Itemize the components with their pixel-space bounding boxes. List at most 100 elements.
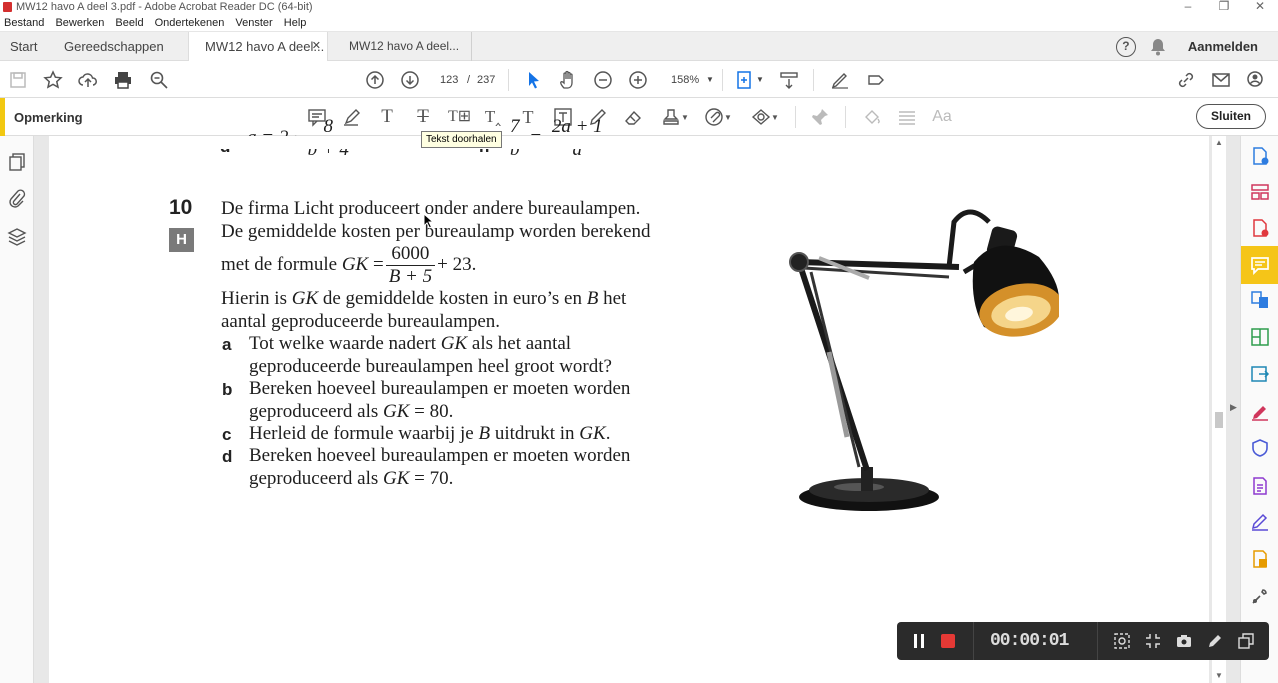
attach-dropdown-chevron-icon[interactable]: ▼ [724,113,732,122]
window-mode-icon[interactable] [1238,633,1254,649]
replace-text-icon[interactable]: T⊞ [448,107,471,127]
attach-file-icon[interactable] [704,107,724,127]
export-pdf-icon[interactable] [1250,146,1270,166]
protect-shield-icon[interactable] [1250,438,1270,458]
underline-text-icon[interactable]: T [377,107,397,127]
recorder-divider [973,622,974,660]
menu-bewerken[interactable]: Bewerken [51,15,108,29]
fit-page-icon[interactable] [736,70,756,90]
draw-pen-icon[interactable] [1207,633,1223,649]
scrollbar-thumb[interactable] [1215,412,1223,428]
sign-in-button[interactable]: Aanmelden [1188,39,1258,54]
more-tools-icon[interactable] [1250,586,1270,606]
search-icon[interactable] [149,70,169,90]
qd-text-3: = 70. [414,468,454,489]
eraser-icon[interactable] [623,107,643,127]
menu-ondertekenen[interactable]: Ondertekenen [151,15,229,29]
shapes-icon[interactable] [751,107,771,127]
formula-denominator: B + 5 [388,265,433,287]
notification-bell-icon[interactable] [1150,38,1166,56]
organize-pages-icon[interactable] [1250,182,1270,202]
zoom-in-icon[interactable] [628,70,648,90]
comment-tool-active[interactable] [1241,246,1278,284]
question-c-label: c [222,425,232,444]
sign-pen-icon[interactable] [830,70,850,90]
vertical-scrollbar[interactable]: ▲ ▼ [1212,136,1226,683]
scroll-up-icon[interactable]: ▲ [1215,138,1223,147]
close-window-button[interactable]: ✕ [1242,0,1278,15]
page-number-input[interactable]: 123 [440,70,458,90]
scroll-down-icon[interactable]: ▼ [1215,671,1223,680]
tab-document-second[interactable]: MW12 havo A deel... [349,32,459,61]
help-icon[interactable]: ? [1115,36,1136,57]
page-top-mask [49,136,1209,149]
restore-button[interactable]: ❐ [1206,0,1242,15]
fit-dropdown-chevron-icon[interactable]: ▼ [756,70,764,90]
toolbar-divider [795,106,796,128]
text-properties-icon[interactable]: Aa [932,107,952,127]
qc-text-2: B [478,423,491,444]
shapes-dropdown-chevron-icon[interactable]: ▼ [771,113,779,122]
select-cursor-icon[interactable] [523,70,543,90]
export-image-icon[interactable] [1250,364,1270,384]
document-viewer: d a = 2 · 8 b + 4 h 7 b = 2a + 1 a 10 H … [34,116,1240,683]
hand-tool-icon[interactable] [558,70,578,90]
star-bookmark-icon[interactable] [43,70,63,90]
upload-cloud-icon[interactable] [78,70,98,90]
tab-start[interactable]: Start [10,32,37,61]
previous-page-icon[interactable] [365,70,385,90]
minimize-button[interactable]: – [1170,0,1206,15]
attachments-paperclip-icon[interactable] [7,189,27,209]
scroll-mode-icon[interactable] [779,70,799,90]
combine-files-icon[interactable] [1250,290,1270,310]
create-pdf-icon[interactable] [1250,218,1270,238]
webcam-icon[interactable] [1114,633,1130,649]
question-a-label: a [222,335,232,354]
zoom-dropdown-chevron-icon[interactable]: ▼ [706,70,714,90]
send-for-review-icon[interactable] [1250,549,1270,569]
toolbar-divider [845,106,846,128]
stamp-dropdown-chevron-icon[interactable]: ▼ [681,113,689,122]
save-icon[interactable] [8,70,28,90]
menu-help[interactable]: Help [280,15,311,29]
next-page-icon[interactable] [400,70,420,90]
layers-icon[interactable] [7,227,27,247]
screenshot-camera-icon[interactable] [1176,633,1192,649]
share-send-icon[interactable] [866,70,886,90]
minimize-recorder-icon[interactable] [1145,633,1161,649]
comment-accent-bar [0,98,5,136]
fill-color-icon[interactable] [862,107,882,127]
formula-eq: = [372,254,384,275]
print-icon[interactable] [113,70,133,90]
close-comment-button[interactable]: Sluiten [1196,104,1266,129]
email-icon[interactable] [1211,70,1231,90]
menu-bestand[interactable]: Bestand [0,15,48,29]
menu-beeld[interactable]: Beeld [111,15,147,29]
pin-icon[interactable] [810,107,830,127]
pause-recording-button[interactable] [912,634,926,648]
line-width-icon[interactable] [897,107,917,127]
stop-recording-button[interactable] [941,634,955,648]
menu-venster[interactable]: Venster [231,15,276,29]
tab-divider [471,32,472,61]
tab-close-icon[interactable]: ✕ [312,32,321,61]
zoom-level-select[interactable]: 158% [671,70,699,90]
link-share-icon[interactable] [1176,70,1196,90]
fill-sign-icon[interactable] [1250,402,1270,422]
formula-suffix: + 23. [437,254,477,275]
request-signature-icon[interactable] [1250,512,1270,532]
tab-tools[interactable]: Gereedschappen [64,32,164,61]
acrobat-logo-icon [3,2,12,12]
edit-pdf-icon[interactable] [1250,327,1270,347]
left-navigation-panel: ◀ [0,136,44,683]
prepare-form-icon[interactable] [1250,476,1270,496]
user-share-icon[interactable] [1246,70,1266,90]
zoom-out-icon[interactable] [593,70,613,90]
strikethrough-text-icon[interactable]: T [413,107,433,127]
stamp-icon[interactable] [661,107,681,127]
main-toolbar: 123 / 237 158% ▼ ▼ [0,61,1278,98]
insert-text-icon[interactable]: T‸ [483,107,503,127]
collapse-right-panel-icon[interactable]: ▶ [1230,402,1237,413]
tab-document-active[interactable]: MW12 havo A deel... ✕ [188,32,328,61]
page-thumbnails-icon[interactable] [7,152,27,172]
